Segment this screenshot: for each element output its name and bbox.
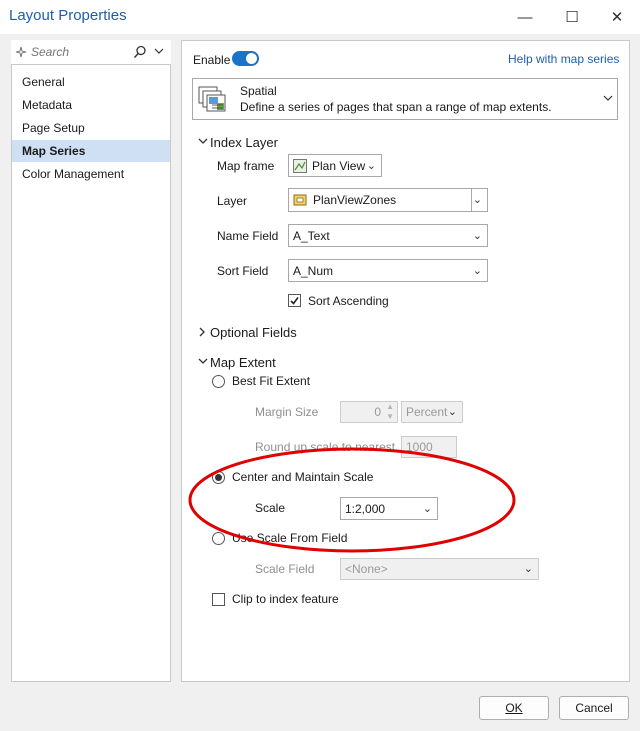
expand-chevron-icon[interactable] (199, 327, 207, 337)
chevron-down-icon: ⌄ (472, 230, 482, 242)
sort-ascending-label[interactable]: Sort Ascending (308, 294, 389, 308)
sidebar-item-general[interactable]: General (12, 71, 170, 93)
collapse-chevron-icon[interactable] (198, 358, 208, 366)
window-title: Layout Properties (9, 7, 127, 24)
name-field-value: A_Text (293, 228, 330, 243)
index-layer-header[interactable]: Index Layer (210, 135, 278, 150)
map-extent-header[interactable]: Map Extent (210, 355, 276, 370)
layer-label: Layer (217, 194, 248, 208)
minimize-button[interactable]: — (502, 0, 548, 34)
help-link[interactable]: Help with map series (508, 52, 619, 66)
toggle-knob (246, 53, 257, 64)
map-frame-dropdown[interactable]: Plan View ⌄ (288, 154, 382, 177)
map-frame-label: Map frame (217, 159, 275, 173)
scale-field-dropdown[interactable]: <None> ⌄ (340, 558, 539, 580)
search-icon[interactable] (133, 45, 147, 59)
minimize-icon: — (517, 8, 533, 26)
use-scale-from-field-label[interactable]: Use Scale From Field (232, 531, 347, 545)
scale-dropdown[interactable]: 1:2,000 ⌄ (340, 497, 438, 520)
maximize-icon: ☐ (565, 9, 579, 26)
chevron-down-icon: ⌄ (472, 194, 482, 206)
sidebar-item-color-management[interactable]: Color Management (12, 163, 170, 185)
scale-field-value: <None> (345, 562, 388, 576)
chevron-down-icon: ⌄ (447, 406, 457, 418)
maximize-button[interactable]: ☐ (549, 0, 595, 34)
layer-dropdown[interactable]: PlanViewZones ⌄ (288, 188, 488, 212)
search-box[interactable] (11, 40, 171, 65)
margin-size-spinner[interactable]: 0 ▲ ▼ (340, 401, 398, 423)
enable-toggle[interactable] (232, 51, 259, 66)
series-type-dropdown[interactable]: Spatial Define a series of pages that sp… (192, 78, 618, 120)
margin-size-value: 0 (374, 405, 381, 419)
spatial-series-icon (198, 86, 226, 112)
scale-label: Scale (255, 501, 286, 515)
ok-button[interactable]: OK (479, 696, 549, 720)
close-button[interactable]: ✕ (594, 0, 640, 34)
clip-to-index-label[interactable]: Clip to index feature (232, 592, 339, 606)
map-frame-icon (293, 158, 307, 173)
margin-unit-dropdown[interactable]: Percent ⌄ (401, 401, 463, 423)
round-up-label: Round up scale to nearest (255, 440, 396, 454)
sidebar-item-metadata[interactable]: Metadata (12, 94, 170, 116)
ok-label: OK (505, 701, 523, 715)
chevron-down-icon (603, 95, 613, 101)
enable-label: Enable (193, 53, 231, 67)
chevron-down-icon: ⌄ (472, 265, 482, 277)
margin-unit-value: Percent (406, 405, 448, 419)
polygon-layer-icon (293, 194, 307, 206)
close-icon: ✕ (610, 9, 624, 26)
use-scale-from-field-radio[interactable] (212, 532, 225, 545)
sparkle-icon (15, 46, 27, 58)
map-frame-value: Plan View (312, 158, 366, 173)
best-fit-extent-label[interactable]: Best Fit Extent (232, 374, 310, 388)
layer-value: PlanViewZones (313, 193, 397, 207)
name-field-dropdown[interactable]: A_Text ⌄ (288, 224, 488, 247)
clip-to-index-checkbox[interactable] (212, 593, 225, 606)
cancel-button[interactable]: Cancel (559, 696, 629, 720)
sort-field-value: A_Num (293, 263, 334, 278)
center-maintain-scale-label[interactable]: Center and Maintain Scale (232, 470, 373, 484)
margin-size-label: Margin Size (255, 405, 319, 419)
sort-field-label: Sort Field (217, 264, 269, 278)
chevron-down-icon: ⌄ (366, 160, 376, 172)
sidebar-item-page-setup[interactable]: Page Setup (12, 117, 170, 139)
collapse-chevron-icon[interactable] (198, 138, 208, 146)
center-maintain-scale-radio[interactable] (212, 471, 225, 484)
sort-field-dropdown[interactable]: A_Num ⌄ (288, 259, 488, 282)
chevron-down-icon[interactable] (154, 48, 164, 56)
optional-fields-header[interactable]: Optional Fields (210, 325, 297, 340)
sidebar-item-map-series[interactable]: Map Series (12, 140, 170, 162)
name-field-label: Name Field (217, 229, 279, 243)
scale-value: 1:2,000 (345, 501, 386, 516)
series-type-description: Define a series of pages that span a ran… (240, 100, 552, 114)
scale-field-label: Scale Field (255, 562, 315, 576)
search-input[interactable] (31, 43, 131, 61)
round-up-input[interactable]: 1000 (401, 436, 457, 458)
spinner-arrows-icon: ▲ ▼ (386, 402, 394, 421)
chevron-down-icon: ⌄ (523, 563, 533, 575)
series-type-title: Spatial (240, 84, 277, 98)
sort-ascending-checkbox[interactable] (288, 294, 301, 307)
chevron-down-icon: ⌄ (422, 503, 432, 515)
checkmark-icon (290, 297, 299, 305)
best-fit-extent-radio[interactable] (212, 375, 225, 388)
